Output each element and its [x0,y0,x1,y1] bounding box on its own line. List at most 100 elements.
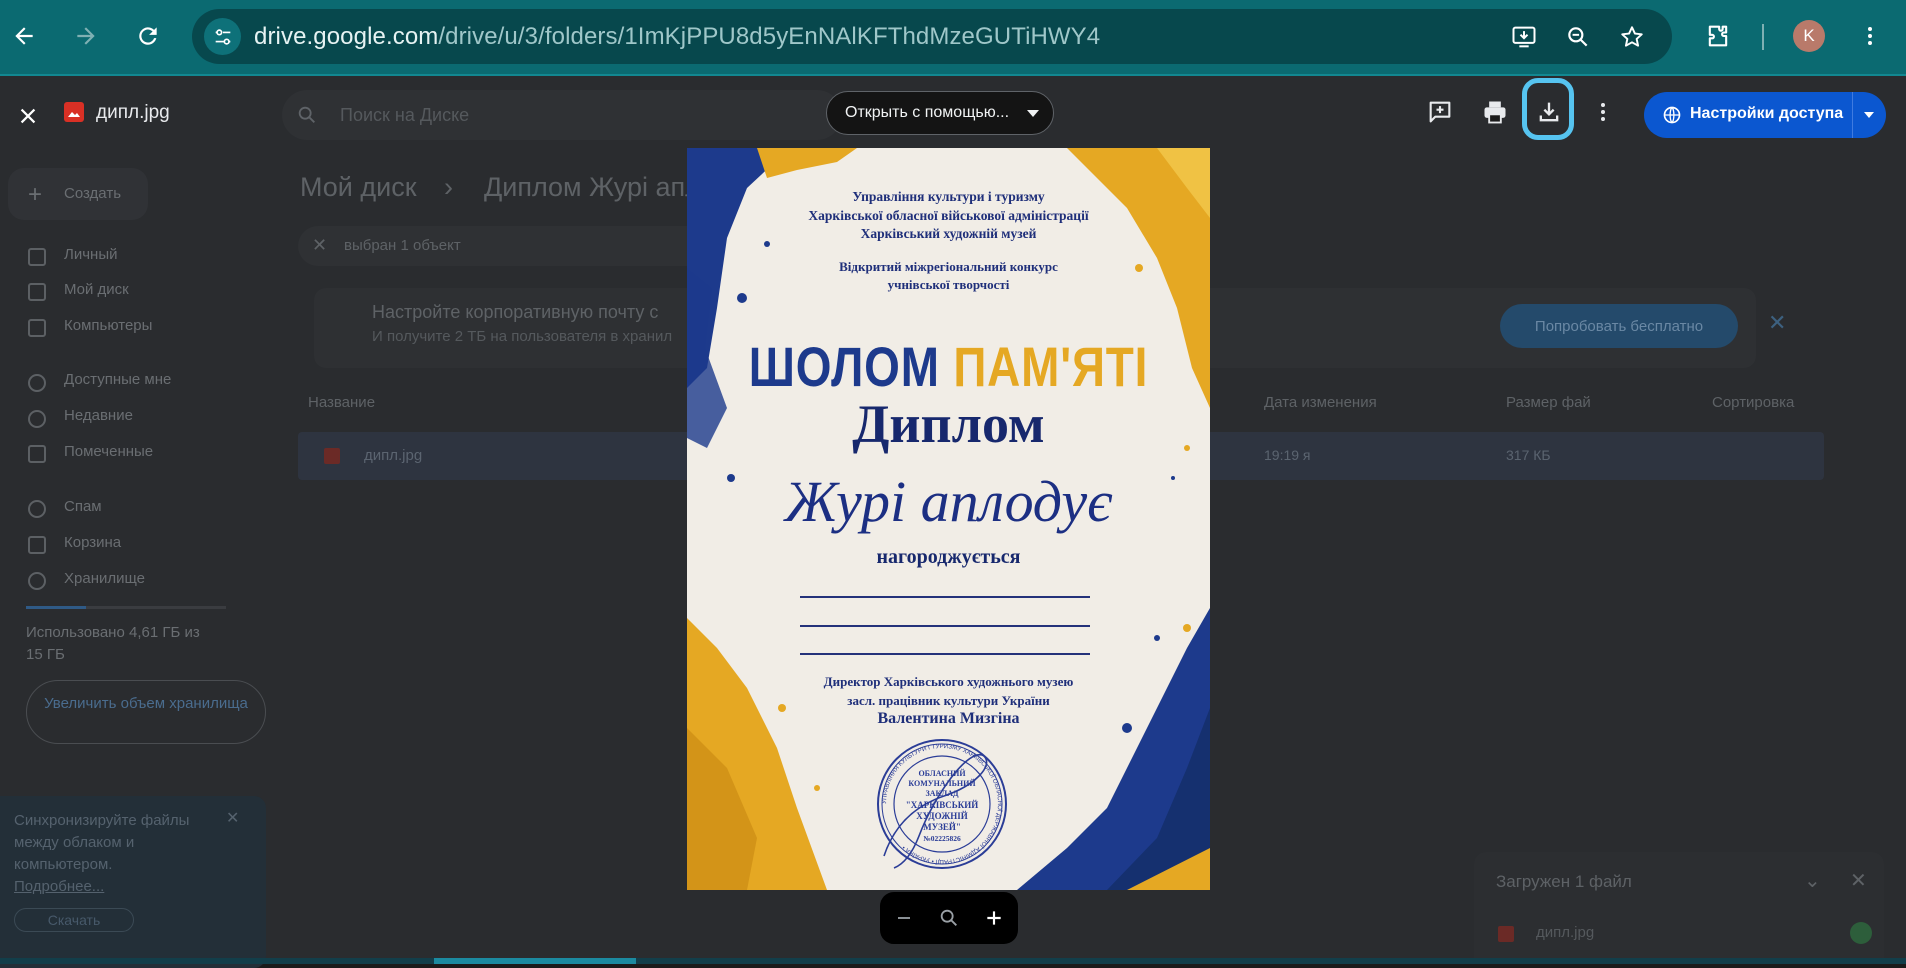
computer-icon [28,319,46,337]
more-vert-icon[interactable] [1587,96,1619,128]
install-app-icon[interactable] [1508,21,1540,53]
nav-item-trash[interactable]: Корзина [64,534,121,551]
nav-item-starred[interactable]: Помеченные [64,443,153,460]
profile-avatar[interactable]: K [1793,20,1825,52]
image-file-icon [64,102,84,122]
storage-text: Использовано 4,61 ГБ из 15 ГБ [26,624,200,663]
star-icon[interactable] [1616,21,1648,53]
plus-icon: + [28,181,43,208]
nav-item-spam[interactable]: Спам [64,498,102,515]
spam-icon [28,500,46,518]
address-bar[interactable]: drive.google.com/drive/u/3/folders/1ImKj… [192,9,1672,64]
globe-icon [1663,106,1681,124]
shared-icon [28,374,46,392]
contest-brand: ШОЛОМ ПАМ'ЯТІ [734,334,1163,399]
nav-item-personal[interactable]: Личный [64,246,117,263]
close-viewer-icon[interactable] [10,98,46,134]
seal-line: "ХАРКІВСЬКИЙ [906,800,979,810]
blank-line [800,625,1090,627]
blank-line [800,653,1090,655]
create-button[interactable]: + Создать [8,168,148,220]
diploma-image: Управління культури і туризму Харківсько… [687,148,1210,890]
sync-promo-card: Синхронизируйте файлы между облаком и ко… [0,796,266,968]
column-name[interactable]: Название [308,394,375,411]
brand-word-1: ШОЛОМ [748,335,940,398]
share-divider [1852,92,1853,138]
add-comment-icon[interactable] [1424,96,1456,128]
nav-item-shared[interactable]: Доступные мне [64,371,171,388]
tune-icon[interactable] [204,18,241,55]
director-line: Директор Харківського художнього музею [823,674,1074,689]
url-text[interactable]: drive.google.com/drive/u/3/folders/1ImKj… [254,23,1100,51]
back-arrow-icon[interactable] [6,18,42,54]
zoom-reset-icon[interactable] [933,902,965,934]
zoom-out-icon[interactable] [888,902,920,934]
sync-text: Синхронизируйте файлы между облаком и ко… [14,812,190,873]
share-settings-button[interactable]: Настройки доступа [1644,92,1886,138]
column-modified[interactable]: Дата изменения [1264,394,1377,411]
print-icon[interactable] [1479,96,1511,128]
seal-line: МУЗЕЙ" [923,822,961,832]
url-host: drive.google.com [254,23,439,50]
zoom-icon[interactable] [1562,21,1594,53]
breadcrumb-separator: › [444,172,453,202]
upgrade-storage-button[interactable]: Увеличить объем хранилища [26,680,266,744]
star-outline-icon [28,445,46,463]
org-line: Харківський художній музей [860,226,1037,241]
image-file-icon [1498,926,1514,942]
reload-icon[interactable] [130,18,166,54]
toolbar-divider [1762,24,1764,50]
storage-meter-fill [26,606,86,609]
awarded-text: нагороджується [876,546,1021,568]
promo-subtitle: И получите 2 ТБ на пользователя в хранил [372,328,673,345]
extensions-icon[interactable] [1700,18,1736,54]
close-sync-icon[interactable]: ✕ [226,808,239,828]
sync-download-button[interactable]: Скачать [14,908,134,932]
breadcrumb-folder[interactable]: Диплом Журі апл [484,172,701,203]
seal-line: ХУДОЖНІЙ [916,811,968,821]
upload-title: Загружен 1 файл [1496,872,1632,891]
director-block: Директор Харківського художнього музею з… [687,672,1210,710]
collapse-icon[interactable]: ⌄ [1804,868,1821,893]
director-line: засл. працівник культури України [847,693,1050,708]
bottom-progress-strip [0,958,1906,964]
chevron-down-icon[interactable] [1864,112,1874,118]
close-promo-icon[interactable]: ✕ [1768,310,1786,336]
recipient-name: Журі аплодує [784,469,1113,534]
row-modified: 19:19 я [1264,447,1311,463]
chevron-down-icon [1027,110,1039,117]
column-size[interactable]: Размер фай [1506,394,1591,411]
nav-item-computers[interactable]: Компьютеры [64,317,152,334]
brand-word-2: ПАМ'ЯТІ [953,335,1149,398]
file-title: дипл.jpg [96,102,170,123]
diploma-title: Диплом [852,394,1045,454]
nav-item-storage[interactable]: Хранилище [64,570,145,587]
nav-item-recent[interactable]: Недавние [64,407,133,424]
clear-selection-icon[interactable]: ✕ [312,235,327,256]
viewer-toolbar: дипл.jpg Открыть с помощью... Настройки … [0,76,1906,148]
seal-line: №02225826 [923,834,961,843]
close-upload-icon[interactable]: ✕ [1850,868,1867,893]
open-with-label: Открыть с помощью... [845,104,1010,121]
breadcrumb-root[interactable]: Мой диск [300,172,417,203]
upload-panel: Загружен 1 файл ⌄ ✕ дипл.jpg [1474,852,1884,964]
org-line: Управління культури і туризму [852,189,1045,204]
museum-seal: УПРАВЛІННЯ КУЛЬТУРИ І ТУРИЗМУ ХАРКІВСЬКО… [877,739,1007,869]
storage-meter [26,606,226,609]
zoom-in-icon[interactable] [978,902,1010,934]
organizer-block: Управління культури і туризму Харківсько… [687,188,1210,244]
open-with-button[interactable]: Открыть с помощью... [826,91,1054,135]
promo-title: Настройте корпоративную почту с [372,302,659,322]
blank-line [800,596,1090,598]
url-path: /drive/u/3/folders/1ImKjPPU8d5yEnNAlKFTh… [438,23,1101,50]
contest-line: учнівської творчості [887,277,1010,292]
forward-arrow-icon[interactable] [68,18,104,54]
nav-item-my-drive[interactable]: Мой диск [64,281,129,298]
trash-icon [28,536,46,554]
more-vert-icon[interactable] [1852,18,1888,54]
try-free-button[interactable]: Попробовать бесплатно [1500,304,1738,348]
sync-learn-more[interactable]: Подробнее... [14,878,104,895]
sort-button[interactable]: Сортировка [1712,394,1794,411]
row-file-name: дипл.jpg [364,447,423,464]
org-line: Харківської обласної військової адмініст… [808,207,1089,223]
